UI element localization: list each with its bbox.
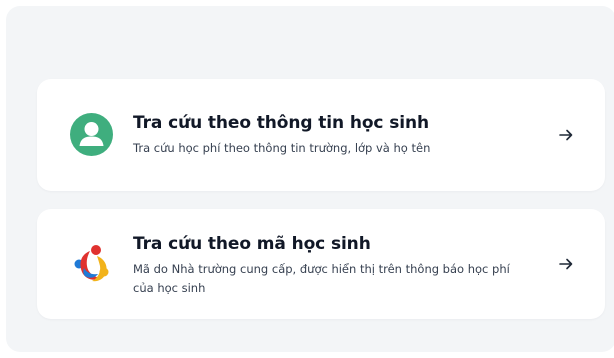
lookup-options-panel: Tra cứu theo thông tin học sinh Tra cứu … <box>6 6 614 352</box>
card-description: Mã do Nhà trường cung cấp, được hiển thị… <box>133 262 510 295</box>
lookup-by-student-info-card[interactable]: Tra cứu theo thông tin học sinh Tra cứu … <box>37 79 605 191</box>
lookup-by-student-code-card[interactable]: Tra cứu theo mã học sinh Mã do Nhà trườn… <box>37 209 605 319</box>
card-title: Tra cứu theo thông tin học sinh <box>133 113 429 133</box>
student-profile-icon <box>70 113 113 156</box>
card-description: Tra cứu học phí theo thông tin trường, l… <box>133 141 431 155</box>
arrow-right-icon[interactable] <box>557 126 575 144</box>
arrow-right-icon[interactable] <box>557 255 575 273</box>
card-text-group: Tra cứu theo thông tin học sinh Tra cứu … <box>133 112 533 158</box>
school-code-logo-icon <box>70 242 113 285</box>
card-title: Tra cứu theo mã học sinh <box>133 234 371 254</box>
card-text-group: Tra cứu theo mã học sinh Mã do Nhà trườn… <box>133 233 533 298</box>
